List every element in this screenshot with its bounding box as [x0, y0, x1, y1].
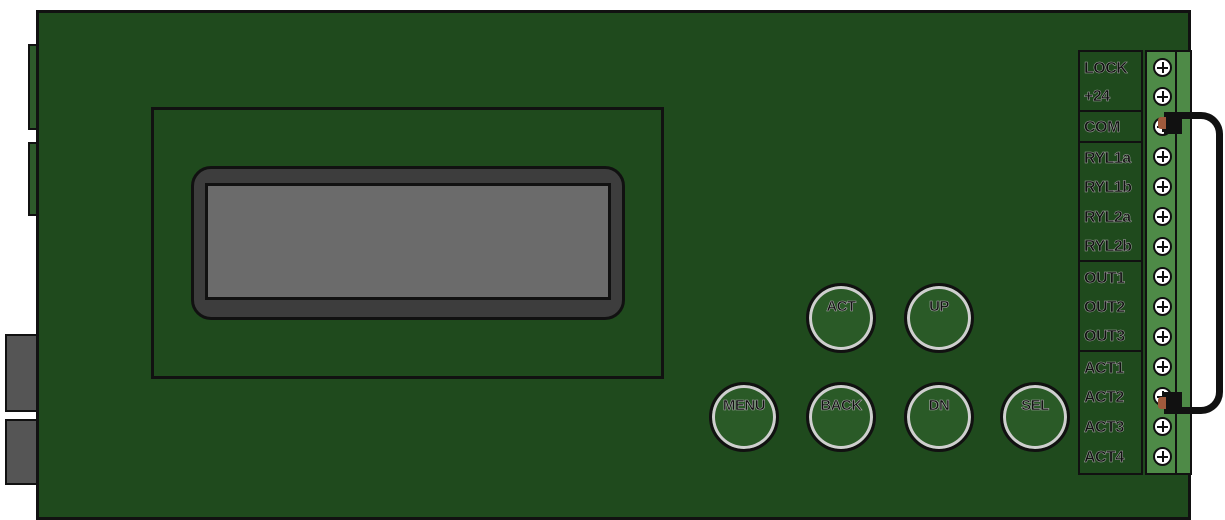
terminal-label-out3: OUT3	[1080, 323, 1143, 352]
up-button[interactable]: UP	[904, 283, 974, 353]
lcd-screen	[205, 183, 611, 300]
dn-button[interactable]: DN	[904, 382, 974, 452]
act-button-label: ACT	[826, 298, 856, 316]
jumper-wire-end-com	[1164, 112, 1182, 134]
up-button-label: UP	[929, 298, 950, 316]
menu-button[interactable]: MENU	[709, 382, 779, 452]
terminal-label-ryl2b: RYL2b	[1080, 233, 1143, 262]
screw-terminal-lock[interactable]	[1153, 58, 1172, 77]
dn-button-label: DN	[928, 397, 950, 415]
screw-terminal-plus24[interactable]	[1153, 87, 1172, 106]
terminal-label-out2: OUT2	[1084, 298, 1126, 316]
terminal-label-act1: ACT1	[1084, 359, 1125, 377]
terminal-label-plus24: +24	[1080, 83, 1143, 112]
terminal-label-lock: LOCK	[1084, 59, 1128, 77]
terminal-label-ryl2a: RYL2a	[1084, 208, 1132, 226]
back-button-label: BACK	[820, 397, 862, 415]
terminal-label-com: COM	[1080, 114, 1143, 143]
act-button[interactable]: ACT	[806, 283, 876, 353]
menu-button-label: MENU	[722, 397, 766, 415]
jumper-wire[interactable]	[1168, 112, 1223, 414]
terminal-label-out1: OUT1	[1084, 269, 1126, 287]
terminal-label-act2: ACT2	[1084, 388, 1125, 406]
terminal-label-act3: ACT3	[1084, 418, 1125, 436]
screw-terminal-act4[interactable]	[1153, 447, 1172, 466]
jumper-wire-end-act2	[1164, 392, 1182, 414]
sel-button[interactable]: SEL	[1000, 382, 1070, 452]
sel-button-label: SEL	[1021, 397, 1050, 415]
back-button[interactable]: BACK	[806, 382, 876, 452]
terminal-label-act4: ACT4	[1084, 448, 1125, 466]
screw-terminal-act3[interactable]	[1153, 417, 1172, 436]
jumper-wire-tip-com	[1158, 117, 1166, 129]
terminal-label-column: LOCK +24 COM RYL1a RYL1b RYL2a RYL2b OUT…	[1078, 50, 1143, 475]
terminal-label-ryl1a: RYL1a	[1084, 149, 1132, 167]
jumper-wire-tip-act2	[1158, 397, 1166, 409]
terminal-label-ryl1b: RYL1b	[1084, 178, 1133, 196]
